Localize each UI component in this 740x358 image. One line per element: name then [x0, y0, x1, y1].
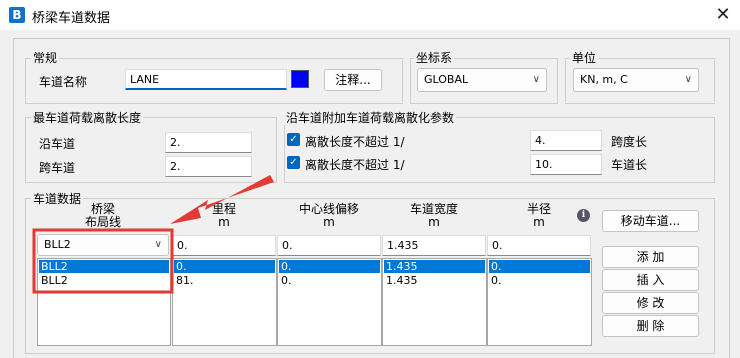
highlight-box	[32, 228, 174, 294]
annotation-arrow	[170, 175, 274, 224]
annotation-overlay	[32, 175, 274, 294]
